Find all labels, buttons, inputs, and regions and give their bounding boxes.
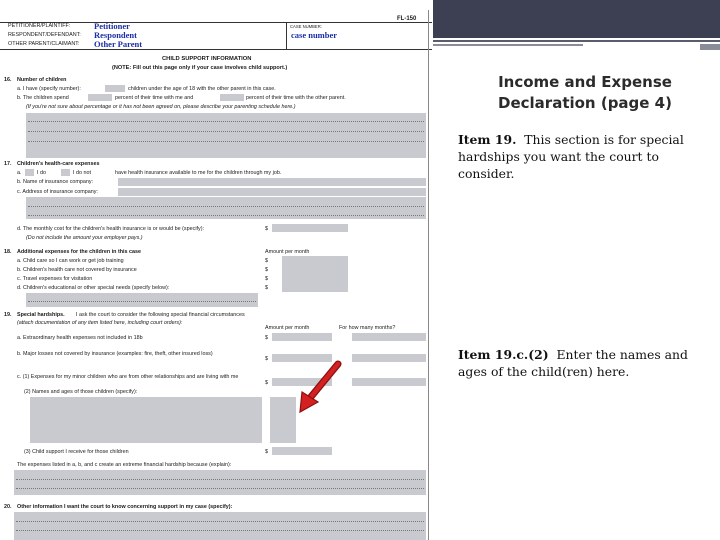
item17-d: d. The monthly cost for the children's h… <box>17 226 204 232</box>
item20-field[interactable] <box>14 512 426 540</box>
item16-title: Number of children <box>17 77 67 83</box>
item16-b-mid: percent of their time with me and <box>115 95 194 101</box>
item19-c3: (3) Child support I receive for those ch… <box>24 449 129 455</box>
item17-d-field[interactable] <box>272 224 348 232</box>
item17-do-checkbox[interactable] <box>25 169 34 176</box>
item18-c: c. Travel expenses for visitation <box>17 276 93 282</box>
item17-b: b. Name of insurance company: <box>17 179 94 185</box>
item19-explanation: Item 19. This section is for special har… <box>458 131 716 182</box>
item16-b-field2[interactable] <box>220 94 244 101</box>
red-arrow-icon <box>299 360 342 414</box>
item19-label: Item 19. <box>458 132 517 147</box>
item16-b-tail: percent of their time with the other par… <box>246 95 346 101</box>
item17-insurance-address-field[interactable] <box>118 188 426 196</box>
item17-title: Children's health-care expenses <box>17 161 100 167</box>
item17-a-tail: have health insurance available to me fo… <box>115 170 282 176</box>
item16-schedule-field[interactable] <box>26 113 426 158</box>
item17-a-pre: a. <box>17 170 22 176</box>
item18-amount-header: Amount per month <box>265 249 310 255</box>
item19-c1: c. (1) Expenses for my minor children wh… <box>17 374 239 380</box>
item19-months-header: For how many months? <box>339 325 396 331</box>
header-rule-short <box>433 44 583 46</box>
item18-c-dollar: $ <box>265 276 268 282</box>
other-parent-label: OTHER PARENT/CLAIMANT: <box>8 41 80 47</box>
item19-a: a. Extraordinary health expenses not inc… <box>17 335 143 341</box>
item19-explain-field[interactable] <box>14 470 426 495</box>
item20-title: Other information I want the court to kn… <box>17 504 233 510</box>
item18-b-dollar: $ <box>265 267 268 273</box>
item19-a-dollar: $ <box>265 335 268 341</box>
item18-amount-fields[interactable] <box>282 256 348 292</box>
header-band <box>433 0 720 38</box>
other-parent-value: Other Parent <box>94 39 143 49</box>
section-title: CHILD SUPPORT INFORMATION <box>162 56 252 62</box>
item16-num: 16. <box>4 77 12 83</box>
item19-c1-months-field[interactable] <box>352 378 426 386</box>
item19c-explanation: Item 19.c.(2) Enter the names and ages o… <box>458 346 698 380</box>
case-number-label: CASE NUMBER: <box>290 24 322 29</box>
item16-b: b. The children spend <box>17 95 69 101</box>
item17-d-dollar: $ <box>265 226 268 232</box>
item17-d-note: (Do not include the amount your employer… <box>26 235 143 241</box>
item19-children-names-field[interactable] <box>30 397 262 443</box>
item18-title: Additional expenses for the children in … <box>17 249 142 255</box>
item16-note: (If you're not sure about percentage or … <box>26 104 296 110</box>
page-title: Income and Expense Declaration (page 4) <box>498 73 672 112</box>
item18-d-detail-field[interactable] <box>26 293 258 307</box>
item19-c1-dollar: $ <box>265 380 268 386</box>
item19-b-dollar: $ <box>265 356 268 362</box>
item19-a-months-field[interactable] <box>352 333 426 341</box>
item18-b: b. Children's health care not covered by… <box>17 267 137 273</box>
item18-d-dollar: $ <box>265 285 268 291</box>
item18-a-dollar: $ <box>265 258 268 264</box>
section-note: (NOTE: Fill out this page only if your c… <box>112 65 288 71</box>
item19c-label: Item 19.c.(2) <box>458 347 549 362</box>
item19-note: (attach documentation of any item listed… <box>17 320 183 326</box>
form-page: FL-150 PETITIONER/PLAINTIFF: RESPONDENT/… <box>0 0 432 540</box>
item19-b: b. Major losses not covered by insurance… <box>17 351 213 357</box>
petitioner-label: PETITIONER/PLAINTIFF: <box>8 23 71 29</box>
item19-title-tail: I ask the court to consider the followin… <box>76 312 245 318</box>
item19-c2: (2) Names and ages of those children (sp… <box>24 389 138 395</box>
item17-num: 17. <box>4 161 12 167</box>
item17-do: I do <box>37 170 46 176</box>
case-number-value: case number <box>291 30 338 40</box>
item17-donot: I do not <box>73 170 91 176</box>
item19-c3-dollar: $ <box>265 449 268 455</box>
item18-d: d. Children's educational or other speci… <box>17 285 170 291</box>
item17-insurance-name-field[interactable] <box>118 178 426 186</box>
item16-a-tail: children under the age of 18 with the ot… <box>128 86 276 92</box>
item16-a-field[interactable] <box>105 85 125 92</box>
item16-a: a. I have (specify number): <box>17 86 81 92</box>
item18-a: a. Child care so I can work or get job t… <box>17 258 124 264</box>
item17-c: c. Address of insurance company: <box>17 189 98 195</box>
header-rule-accent <box>700 44 720 50</box>
header-rule <box>433 40 720 42</box>
item19-num: 19. <box>4 312 12 318</box>
item19-title: Special hardships. <box>17 312 65 318</box>
item17-donot-checkbox[interactable] <box>61 169 70 176</box>
respondent-label: RESPONDENT/DEFENDANT: <box>8 32 81 38</box>
item19-amount-header: Amount per month <box>265 325 310 331</box>
item18-num: 18. <box>4 249 12 255</box>
item19-explain: The expenses listed in a, b, and c creat… <box>17 462 232 468</box>
item19-a-amount-field[interactable] <box>272 333 332 341</box>
item16-b-field1[interactable] <box>88 94 112 101</box>
item19-b-months-field[interactable] <box>352 354 426 362</box>
item20-num: 20. <box>4 504 12 510</box>
item19-c3-amount-field[interactable] <box>272 447 332 455</box>
